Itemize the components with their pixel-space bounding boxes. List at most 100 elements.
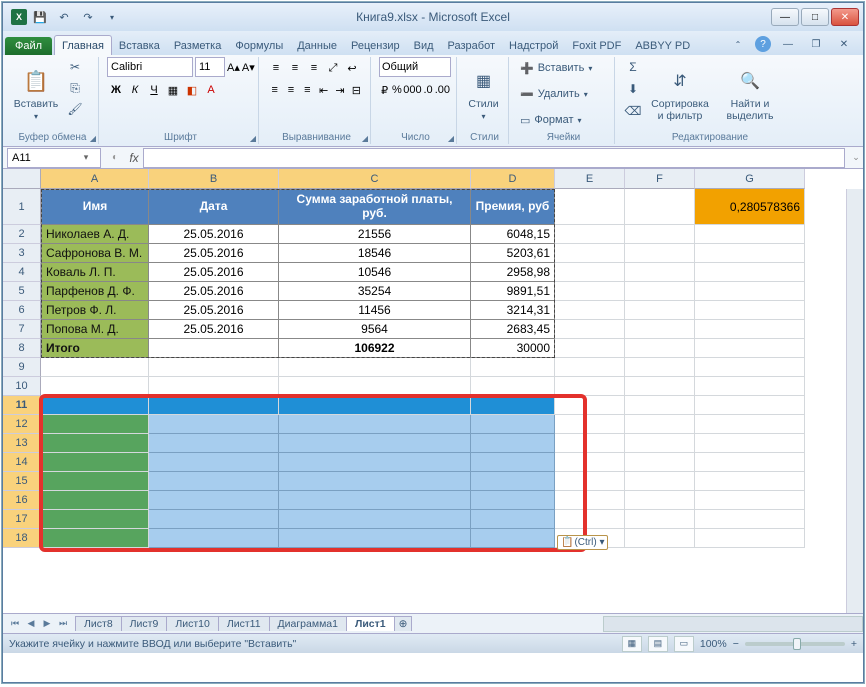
find-select-button[interactable]: 🔍 Найти и выделить	[717, 57, 783, 130]
cell[interactable]: Попова М. Д.	[41, 320, 149, 339]
cell[interactable]	[625, 377, 695, 396]
cell[interactable]	[625, 189, 695, 225]
fill-color-button[interactable]: ◧	[183, 81, 201, 99]
cell[interactable]	[555, 282, 625, 301]
align-top-button[interactable]: ≡	[267, 59, 285, 77]
cell[interactable]	[695, 301, 805, 320]
formula-bar-expand[interactable]: ⌄	[849, 152, 863, 163]
sheet-tab[interactable]: Лист8	[75, 616, 122, 631]
zoom-slider[interactable]	[745, 642, 845, 646]
qat-customize[interactable]: ▾	[101, 6, 123, 28]
indent-dec-button[interactable]: ⇤	[316, 81, 331, 99]
col-header[interactable]: A	[41, 169, 149, 189]
font-name-input[interactable]	[107, 57, 193, 77]
cell[interactable]: Имя	[41, 189, 149, 225]
paste-button[interactable]: 📋 Вставить ▾	[11, 57, 61, 130]
ribbon-minimize[interactable]: ⌃	[727, 33, 749, 55]
insert-cells-button[interactable]: ➕Вставить▾	[517, 57, 608, 79]
row-header[interactable]: 1	[3, 189, 41, 225]
row-header[interactable]: 14	[3, 453, 41, 472]
autosum-button[interactable]: Σ	[623, 57, 643, 77]
cell[interactable]: 0,280578366	[695, 189, 805, 225]
cell[interactable]	[279, 453, 471, 472]
cell[interactable]	[695, 377, 805, 396]
sheet-tab[interactable]: Лист9	[121, 616, 168, 631]
cell[interactable]	[149, 415, 279, 434]
cell[interactable]: 21556	[279, 225, 471, 244]
cell[interactable]: Петров Ф. Л.	[41, 301, 149, 320]
row-header[interactable]: 8	[3, 339, 41, 358]
row-header[interactable]: 12	[3, 415, 41, 434]
cell[interactable]	[279, 510, 471, 529]
cell[interactable]	[625, 453, 695, 472]
cell[interactable]	[555, 434, 625, 453]
sheet-nav-prev[interactable]: ◀	[23, 616, 39, 632]
font-size-input[interactable]	[195, 57, 225, 77]
cell[interactable]	[41, 510, 149, 529]
cell[interactable]	[695, 358, 805, 377]
styles-button[interactable]: ▦ Стили ▾	[465, 57, 502, 130]
cell[interactable]: Премия, руб	[471, 189, 555, 225]
maximize-button[interactable]: □	[801, 8, 829, 26]
cell[interactable]	[695, 263, 805, 282]
cell[interactable]	[695, 510, 805, 529]
cell[interactable]: Итого	[41, 339, 149, 358]
italic-button[interactable]: К	[126, 81, 144, 99]
tab-home[interactable]: Главная	[54, 35, 112, 55]
cell[interactable]	[625, 396, 695, 415]
orientation-button[interactable]: ⤢	[324, 59, 342, 77]
cell[interactable]	[471, 510, 555, 529]
cell[interactable]	[555, 453, 625, 472]
cell[interactable]	[279, 358, 471, 377]
cell[interactable]: 5203,61	[471, 244, 555, 263]
cell[interactable]	[149, 510, 279, 529]
clear-button[interactable]: ⌫	[623, 101, 643, 121]
cell[interactable]	[695, 453, 805, 472]
cell[interactable]	[695, 282, 805, 301]
row-header[interactable]: 10	[3, 377, 41, 396]
sheet-nav-next[interactable]: ▶	[39, 616, 55, 632]
cell[interactable]	[625, 244, 695, 263]
format-painter-button[interactable]: 🖌	[65, 99, 85, 119]
dec-decimal-button[interactable]: .00	[435, 81, 450, 99]
row-header[interactable]: 18	[3, 529, 41, 548]
cell[interactable]	[625, 282, 695, 301]
mdi-restore[interactable]: ❐	[805, 33, 827, 55]
zoom-in-button[interactable]: +	[851, 638, 857, 650]
worksheet-grid[interactable]: 1 2 3 4 5 6 7 8 9 10 11 12 13 14 15 16 1…	[3, 169, 863, 613]
cell[interactable]	[555, 244, 625, 263]
cell[interactable]: 106922	[279, 339, 471, 358]
cell[interactable]	[149, 529, 279, 548]
row-header[interactable]: 2	[3, 225, 41, 244]
cell[interactable]	[555, 358, 625, 377]
row-header[interactable]: 4	[3, 263, 41, 282]
cell[interactable]: 18546	[279, 244, 471, 263]
cell[interactable]	[149, 377, 279, 396]
zoom-out-button[interactable]: −	[733, 638, 739, 650]
name-box-dropdown[interactable]: ▾	[78, 152, 94, 163]
cell[interactable]	[625, 320, 695, 339]
cell[interactable]	[625, 491, 695, 510]
cell[interactable]	[695, 339, 805, 358]
copy-button[interactable]: ⎘	[65, 78, 85, 98]
tab-addins[interactable]: Надстрой	[502, 36, 565, 55]
close-button[interactable]: ✕	[831, 8, 859, 26]
zoom-level[interactable]: 100%	[700, 638, 727, 650]
cell[interactable]	[41, 491, 149, 510]
tab-insert[interactable]: Вставка	[112, 36, 167, 55]
shrink-font-button[interactable]: A▾	[242, 58, 255, 76]
cell[interactable]	[555, 189, 625, 225]
underline-button[interactable]: Ч	[145, 81, 163, 99]
row-header[interactable]: 17	[3, 510, 41, 529]
row-header[interactable]: 7	[3, 320, 41, 339]
cell[interactable]	[471, 396, 555, 415]
cell[interactable]	[149, 396, 279, 415]
sheet-tab[interactable]: Диаграмма1	[269, 616, 347, 631]
cell[interactable]	[625, 529, 695, 548]
cell[interactable]	[41, 434, 149, 453]
cell[interactable]	[471, 434, 555, 453]
format-cells-button[interactable]: ▭Формат▾	[517, 109, 608, 131]
cell[interactable]	[625, 434, 695, 453]
tab-file[interactable]: Файл	[5, 37, 52, 55]
row-header[interactable]: 11	[3, 396, 41, 415]
